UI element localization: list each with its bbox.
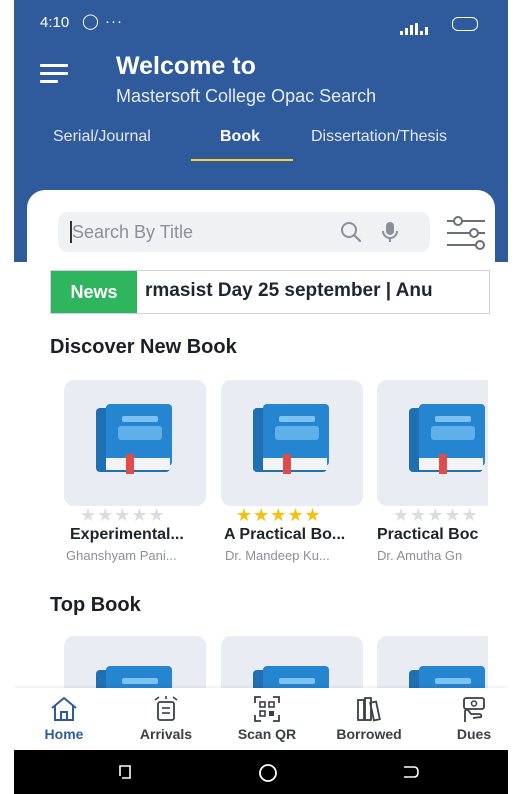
- book-author: Dr. Amutha Gn: [377, 548, 463, 563]
- tab-serial-journal[interactable]: Serial/Journal: [53, 128, 151, 146]
- recents-icon[interactable]: [116, 763, 134, 781]
- star-rating: ★★★★★: [80, 505, 166, 525]
- discover-section-title: Discover New Book: [50, 336, 237, 358]
- book-title[interactable]: Experimental...: [70, 526, 184, 544]
- status-time: 4:10: [40, 14, 70, 31]
- book-author: Dr. Mandeep Ku...: [225, 548, 330, 563]
- star-rating: ★★★★★: [393, 505, 479, 525]
- book-cover-card[interactable]: [221, 636, 363, 696]
- app-subtitle: Mastersoft College Opac Search: [116, 86, 377, 106]
- nav-home[interactable]: Home: [16, 688, 112, 748]
- battery-icon: [452, 17, 478, 31]
- tab-book[interactable]: Book: [220, 128, 260, 146]
- nav-scan-qr-label: Scan QR: [237, 726, 297, 742]
- home-icon: [51, 697, 77, 721]
- arrivals-icon: [154, 696, 178, 721]
- book-cover-card[interactable]: [377, 636, 488, 696]
- nav-scan-qr[interactable]: Scan QR: [219, 688, 315, 748]
- book-cover-card[interactable]: [221, 380, 363, 506]
- system-navigation-bar: [14, 750, 508, 794]
- nav-arrivals-label: Arrivals: [139, 726, 193, 742]
- book-title[interactable]: Practical Boc: [377, 526, 488, 544]
- book-title[interactable]: A Practical Bo...: [224, 526, 345, 544]
- book-icon: [409, 404, 485, 474]
- home-system-icon[interactable]: [257, 762, 279, 784]
- star-rating: ★★★★★: [236, 505, 322, 525]
- qr-icon: [254, 696, 280, 722]
- nav-home-label: Home: [44, 726, 84, 742]
- news-ticker-text: rmasist Day 25 september | Anu: [145, 280, 433, 301]
- book-icon: [96, 404, 172, 474]
- status-indicators: ◯ ···: [82, 13, 123, 30]
- text-caret: [70, 221, 72, 243]
- dues-icon: [463, 697, 485, 722]
- signal-icon: [400, 18, 434, 35]
- books-icon: [357, 697, 381, 722]
- news-label: News: [51, 271, 137, 313]
- news-ticker[interactable]: News rmasist Day 25 september | Anu: [50, 270, 490, 314]
- search-input[interactable]: Search By Title: [72, 222, 193, 243]
- right-margin: [508, 0, 522, 794]
- back-icon[interactable]: [400, 763, 420, 781]
- nav-borrowed-label: Borrowed: [336, 726, 402, 742]
- microphone-icon[interactable]: [380, 220, 400, 244]
- welcome-title: Welcome to: [116, 52, 256, 80]
- bottom-navigation: Home Arrivals Scan QR Borrowed Dues: [14, 688, 508, 748]
- nav-arrivals[interactable]: Arrivals: [118, 688, 214, 748]
- active-tab-indicator: [191, 159, 293, 161]
- left-margin: [0, 0, 14, 794]
- book-author: Ghanshyam Pani...: [66, 548, 177, 563]
- search-bar[interactable]: Search By Title: [58, 212, 430, 252]
- search-icon[interactable]: [340, 221, 362, 243]
- status-bar: 4:10 ◯ ···: [14, 0, 508, 44]
- tab-dissertation-thesis[interactable]: Dissertation/Thesis: [311, 128, 447, 146]
- book-cover-card[interactable]: [377, 380, 488, 506]
- filter-icon[interactable]: [444, 214, 488, 252]
- book-cover-card[interactable]: [64, 636, 206, 696]
- book-cover-card[interactable]: [64, 380, 206, 506]
- book-icon: [253, 404, 329, 474]
- top-book-section-title: Top Book: [50, 594, 141, 616]
- hamburger-menu-icon[interactable]: [40, 64, 68, 86]
- nav-borrowed[interactable]: Borrowed: [321, 688, 417, 748]
- category-tabs: Serial/Journal Book Dissertation/Thesis: [14, 124, 508, 164]
